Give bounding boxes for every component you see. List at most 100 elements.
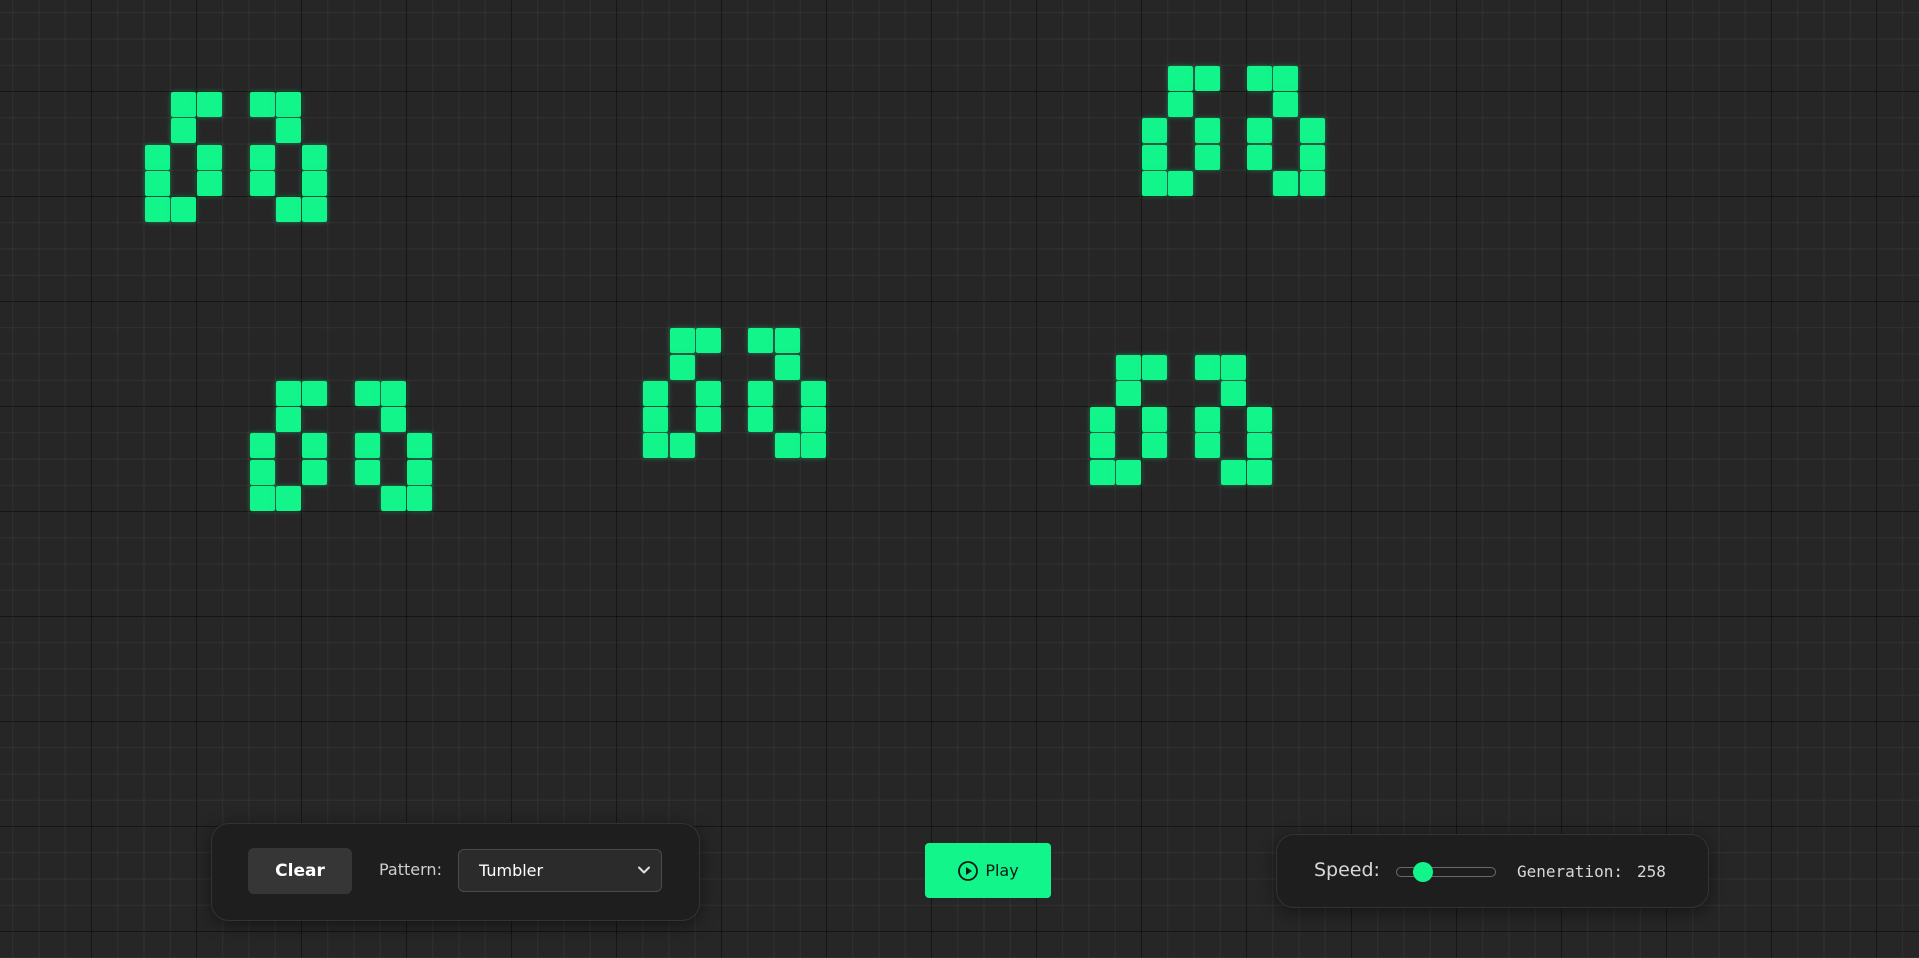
live-cell[interactable] [197, 170, 222, 196]
live-cell[interactable] [1299, 170, 1325, 196]
live-cell[interactable] [354, 380, 380, 406]
live-cell[interactable] [275, 407, 301, 432]
live-cell[interactable] [249, 459, 275, 485]
live-cell[interactable] [1142, 407, 1167, 432]
live-cell[interactable] [275, 380, 301, 406]
live-cell[interactable] [144, 144, 170, 170]
play-button[interactable]: Play [925, 843, 1051, 898]
live-cell[interactable] [1142, 144, 1167, 170]
live-cell[interactable] [302, 170, 327, 196]
live-cell[interactable] [1089, 433, 1115, 459]
live-cell[interactable] [1115, 380, 1141, 406]
live-cell[interactable] [249, 144, 275, 170]
pattern-select[interactable]: Tumbler [458, 849, 662, 892]
live-cell[interactable] [669, 354, 695, 380]
live-cell[interactable] [275, 485, 301, 511]
live-cell[interactable] [302, 459, 327, 485]
live-cell[interactable] [354, 459, 380, 485]
live-cell[interactable] [800, 407, 826, 432]
live-cell[interactable] [1247, 118, 1272, 144]
live-cell[interactable] [695, 407, 721, 432]
live-cell[interactable] [695, 328, 721, 354]
live-cell[interactable] [1299, 118, 1325, 144]
live-cell[interactable] [302, 380, 327, 406]
live-cell[interactable] [1220, 380, 1246, 406]
live-cell[interactable] [380, 380, 406, 406]
live-cell[interactable] [1194, 433, 1220, 459]
live-cell[interactable] [302, 433, 327, 459]
live-cell[interactable] [1142, 354, 1167, 380]
live-cell[interactable] [774, 354, 800, 380]
live-cell[interactable] [407, 433, 432, 459]
live-cell[interactable] [249, 485, 275, 511]
live-cell[interactable] [144, 197, 170, 222]
live-cell[interactable] [275, 118, 301, 144]
left-control-panel: Clear Pattern: Tumbler [211, 823, 700, 921]
live-cell[interactable] [695, 380, 721, 406]
live-cell[interactable] [1089, 459, 1115, 485]
live-cell[interactable] [249, 170, 275, 196]
live-cell[interactable] [1273, 170, 1299, 196]
live-cell[interactable] [197, 144, 222, 170]
live-cell[interactable] [1115, 459, 1141, 485]
live-cell[interactable] [249, 92, 275, 117]
live-cell[interactable] [170, 118, 196, 144]
live-cell[interactable] [197, 92, 222, 117]
live-cell[interactable] [354, 433, 380, 459]
clear-button[interactable]: Clear [248, 848, 352, 894]
live-cell[interactable] [748, 407, 774, 432]
live-cell[interactable] [748, 328, 774, 354]
live-cell[interactable] [643, 380, 669, 406]
live-cell[interactable] [1168, 170, 1194, 196]
live-cell[interactable] [1299, 144, 1325, 170]
live-cell[interactable] [1142, 118, 1167, 144]
live-cell[interactable] [1168, 65, 1194, 91]
live-cell[interactable] [275, 92, 301, 117]
live-cell[interactable] [1194, 354, 1220, 380]
live-cell[interactable] [302, 197, 327, 222]
live-cell[interactable] [774, 328, 800, 354]
live-cell[interactable] [1247, 407, 1272, 432]
live-cell[interactable] [1247, 433, 1272, 459]
live-cell[interactable] [1273, 65, 1299, 91]
live-cell[interactable] [669, 328, 695, 354]
speed-slider[interactable] [1396, 861, 1496, 883]
pattern-select-value: Tumbler [479, 861, 544, 880]
live-cell[interactable] [249, 433, 275, 459]
live-cell[interactable] [380, 407, 406, 432]
live-cell[interactable] [800, 380, 826, 406]
live-cell[interactable] [1089, 407, 1115, 432]
live-cell[interactable] [1247, 65, 1272, 91]
live-cell[interactable] [380, 485, 406, 511]
chevron-down-icon [638, 866, 650, 874]
live-cell[interactable] [407, 485, 432, 511]
live-cell[interactable] [144, 170, 170, 196]
live-cell[interactable] [170, 92, 196, 117]
live-cell[interactable] [1142, 433, 1167, 459]
live-cell[interactable] [643, 407, 669, 432]
live-cell[interactable] [1247, 459, 1272, 485]
live-cell[interactable] [800, 433, 826, 459]
live-cell[interactable] [302, 144, 327, 170]
live-cell[interactable] [1194, 65, 1220, 91]
live-cell[interactable] [1115, 354, 1141, 380]
live-cell[interactable] [774, 433, 800, 459]
live-cell[interactable] [1220, 459, 1246, 485]
life-grid[interactable] [0, 0, 1919, 958]
speed-slider-thumb[interactable] [1413, 862, 1434, 882]
live-cell[interactable] [1194, 407, 1220, 432]
pattern-label: Pattern: [379, 860, 442, 879]
live-cell[interactable] [407, 459, 432, 485]
live-cell[interactable] [669, 433, 695, 459]
live-cell[interactable] [748, 380, 774, 406]
live-cell[interactable] [1273, 92, 1299, 117]
live-cell[interactable] [1247, 144, 1272, 170]
live-cell[interactable] [170, 197, 196, 222]
live-cell[interactable] [1220, 354, 1246, 380]
live-cell[interactable] [643, 433, 669, 459]
live-cell[interactable] [1142, 170, 1167, 196]
live-cell[interactable] [1168, 92, 1194, 117]
live-cell[interactable] [1194, 118, 1220, 144]
live-cell[interactable] [1194, 144, 1220, 170]
live-cell[interactable] [275, 197, 301, 222]
